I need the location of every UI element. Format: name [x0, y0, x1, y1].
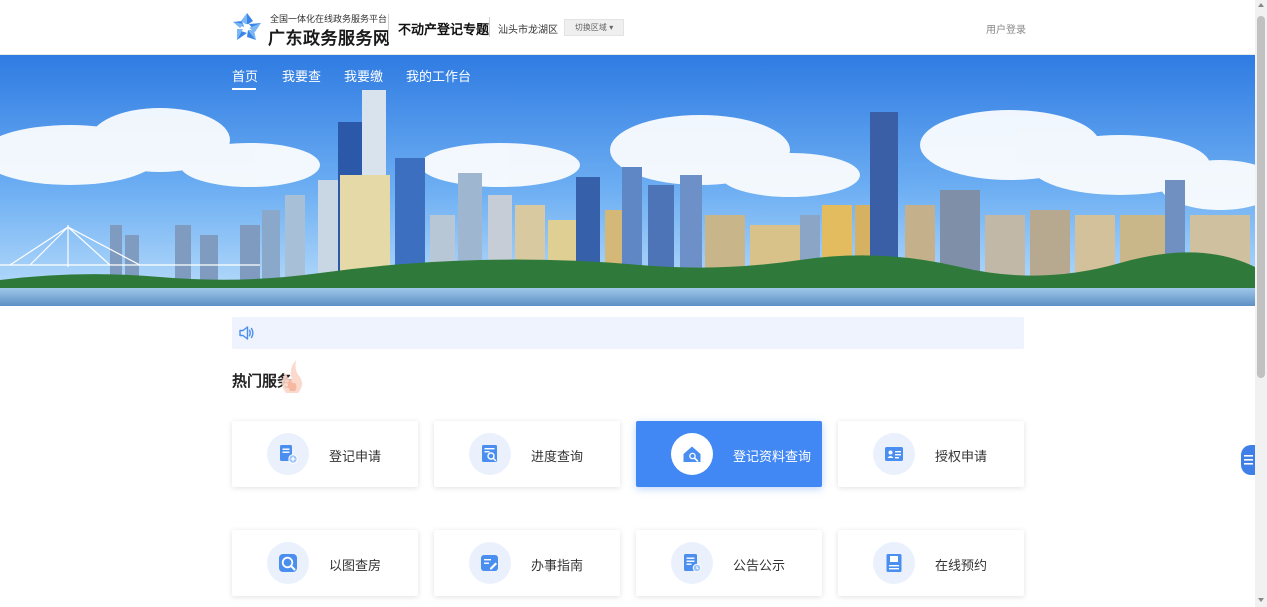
list-icon [1244, 455, 1253, 465]
service-card-label: 在线预约 [935, 559, 988, 574]
scroll-up-icon[interactable] [1258, 3, 1264, 7]
service-card-record-query[interactable]: 登记资料查询 [636, 421, 822, 487]
service-card-apply[interactable]: 登记申请 [232, 421, 418, 487]
city-skyline-image [0, 55, 1255, 306]
logo-icon[interactable] [232, 12, 262, 42]
service-card-label: 登记申请 [329, 450, 382, 465]
notice-doc-icon [684, 554, 702, 573]
hero-banner [0, 55, 1255, 306]
progress-search-icon [482, 445, 497, 462]
topic-title: 不动产登记专题 [398, 23, 490, 38]
service-card-appointment[interactable]: 在线预约 [838, 530, 1024, 596]
service-card-notice[interactable]: 公告公示 [636, 530, 822, 596]
region-switch-button[interactable]: 切换区域 ▾ [564, 19, 624, 36]
page-scrollbar[interactable] [1255, 0, 1267, 607]
service-card-guide[interactable]: 办事指南 [434, 530, 620, 596]
header-divider [489, 17, 490, 37]
scroll-thumb[interactable] [1257, 16, 1265, 378]
service-card-label: 办事指南 [531, 559, 584, 574]
nav-item-home[interactable]: 首页 [232, 66, 258, 85]
site-header: 全国一体化在线政务服务平台 广东政务服务网 不动产登记专题 汕头市龙湖区 切换区… [0, 0, 1255, 55]
login-link[interactable]: 用户登录 [986, 21, 1026, 36]
id-card-icon [885, 447, 903, 461]
guide-edit-icon [481, 555, 498, 571]
service-card-label: 进度查询 [531, 450, 584, 465]
nav-item-query[interactable]: 我要查 [282, 66, 321, 85]
apply-doc-icon [280, 445, 298, 464]
service-card-label: 授权申请 [935, 450, 988, 465]
appointment-icon [886, 554, 902, 572]
notice-bar[interactable] [232, 317, 1024, 349]
scroll-down-icon[interactable] [1258, 598, 1264, 602]
service-card-label: 登记资料查询 [733, 450, 812, 465]
service-card-progress[interactable]: 进度查询 [434, 421, 620, 487]
nav-active-indicator [232, 88, 256, 90]
service-card-authorize[interactable]: 授权申请 [838, 421, 1024, 487]
service-card-label: 公告公示 [733, 559, 786, 574]
side-float-tab[interactable] [1241, 445, 1255, 475]
region-name: 汕头市龙湖区 [498, 25, 558, 36]
logo-title[interactable]: 广东政务服务网 [268, 24, 391, 49]
flame-decor-icon [282, 360, 303, 393]
nav-item-workbench[interactable]: 我的工作台 [406, 66, 471, 85]
map-search-icon [279, 554, 297, 572]
house-search-icon [683, 446, 701, 462]
service-card-label: 以图查房 [329, 559, 382, 574]
speaker-icon [239, 326, 254, 340]
service-card-map-search[interactable]: 以图查房 [232, 530, 418, 596]
header-divider [388, 14, 389, 42]
nav-item-pay[interactable]: 我要缴 [344, 66, 383, 85]
